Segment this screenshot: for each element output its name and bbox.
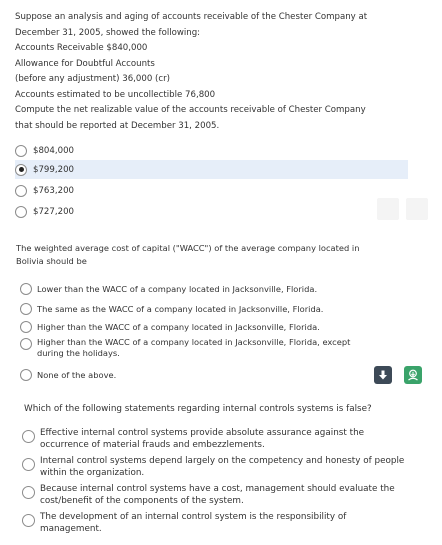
question-3-option[interactable]: Because internal control systems have a … <box>22 484 410 507</box>
question-3-option[interactable]: The development of an internal control s… <box>22 512 410 535</box>
question-3-option[interactable]: Internal control systems depend largely … <box>22 456 410 479</box>
option-label: Lower than the WACC of a company located… <box>37 283 318 294</box>
radio-button[interactable] <box>22 430 35 443</box>
radio-button[interactable] <box>22 514 35 527</box>
question-2-line: The weighted average cost of capital ("W… <box>16 243 360 253</box>
option-label: Higher than the WACC of a company locate… <box>37 337 351 358</box>
question-2-option[interactable]: Higher than the WACC of a company locate… <box>20 337 380 358</box>
question-1-option[interactable]: $727,200 <box>15 205 74 219</box>
option-label: Because internal control systems have a … <box>40 484 395 506</box>
question-1-line: Accounts estimated to be uncollectible 7… <box>15 89 216 100</box>
radio-button[interactable] <box>20 321 32 333</box>
radio-button-selected[interactable] <box>15 163 27 176</box>
question-2-text: The weighted average cost of capital ("W… <box>16 242 396 268</box>
option-label: $804,000 <box>33 146 75 156</box>
share-button[interactable] <box>404 366 422 384</box>
option-label: Effective internal control systems provi… <box>40 428 365 450</box>
question-1-line: (before any adjustment) 36,000 (cr) <box>15 74 170 84</box>
question-2-option[interactable]: Higher than the WACC of a company locate… <box>20 321 320 333</box>
question-2-option[interactable]: Lower than the WACC of a company located… <box>20 283 317 295</box>
faint-placeholder <box>377 198 399 220</box>
radio-button[interactable] <box>15 206 27 218</box>
radio-button[interactable] <box>20 303 32 315</box>
question-1-line: Allowance for Doubtful Accounts <box>15 58 155 69</box>
radio-button[interactable] <box>20 369 32 381</box>
question-2-option[interactable]: The same as the WACC of a company locate… <box>20 303 323 315</box>
option-label: None of the above. <box>37 369 117 380</box>
question-1-option[interactable]: $763,200 <box>15 184 74 198</box>
question-1-option-selected[interactable]: $799,200 <box>15 160 408 179</box>
option-label: $799,200 <box>33 164 75 175</box>
download-button[interactable] <box>374 366 392 384</box>
radio-button[interactable] <box>20 338 32 350</box>
question-1-line: Compute the net realizable value of the … <box>15 105 366 115</box>
question-2-line: Bolivia should be <box>16 256 87 266</box>
radio-button[interactable] <box>15 145 27 157</box>
radio-button[interactable] <box>20 283 32 295</box>
radio-button[interactable] <box>15 185 27 197</box>
option-label: $727,200 <box>33 207 75 217</box>
option-label: $763,200 <box>33 186 75 196</box>
download-icon <box>379 370 387 380</box>
question-1-option[interactable]: $804,000 <box>15 144 74 158</box>
question-1-text: Suppose an analysis and aging of account… <box>15 10 425 134</box>
question-1-line: that should be reported at December 31, … <box>15 120 220 131</box>
option-label: The same as the WACC of a company locate… <box>37 303 324 314</box>
radio-button[interactable] <box>22 486 35 499</box>
question-3-option[interactable]: Effective internal control systems provi… <box>22 428 410 451</box>
faint-placeholder <box>406 198 428 220</box>
option-label: The development of an internal control s… <box>40 512 347 534</box>
question-2-option[interactable]: None of the above. <box>20 369 116 381</box>
question-3-text: Which of the following statements regard… <box>24 404 372 414</box>
option-label: Higher than the WACC of a company locate… <box>37 321 320 332</box>
question-1-line: Suppose an analysis and aging of account… <box>15 12 368 22</box>
radio-button[interactable] <box>22 458 35 471</box>
question-1-line: Accounts Receivable $840,000 <box>15 43 148 53</box>
share-icon <box>408 369 418 381</box>
option-label: Internal control systems depend largely … <box>40 456 405 478</box>
question-1-line: December 31, 2005, showed the following: <box>15 27 201 38</box>
